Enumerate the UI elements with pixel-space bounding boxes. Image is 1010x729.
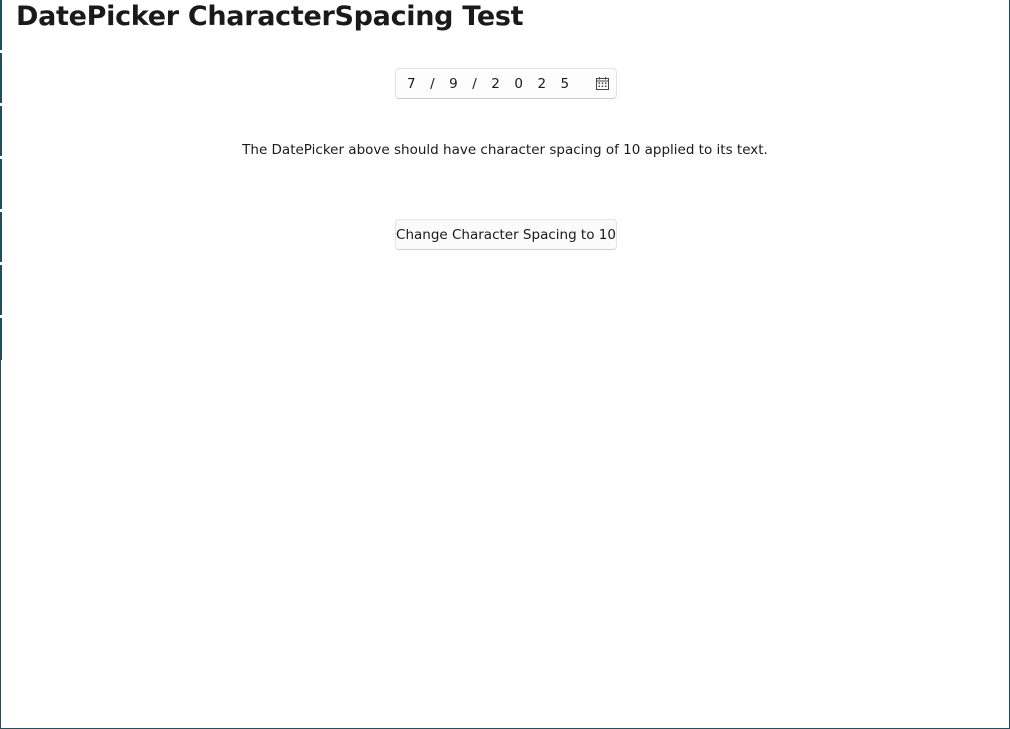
calendar-icon[interactable]: [596, 77, 609, 90]
app-window: DatePicker CharacterSpacing Test 7/9/202…: [0, 0, 1010, 729]
date-picker[interactable]: 7/9/2025: [395, 68, 617, 99]
date-picker-value[interactable]: 7/9/2025: [407, 76, 584, 93]
change-character-spacing-button[interactable]: Change Character Spacing to 10: [395, 219, 617, 250]
window-edge: [0, 0, 2, 360]
page-title: DatePicker CharacterSpacing Test: [16, 1, 524, 32]
description-text: The DatePicker above should have charact…: [242, 142, 768, 158]
